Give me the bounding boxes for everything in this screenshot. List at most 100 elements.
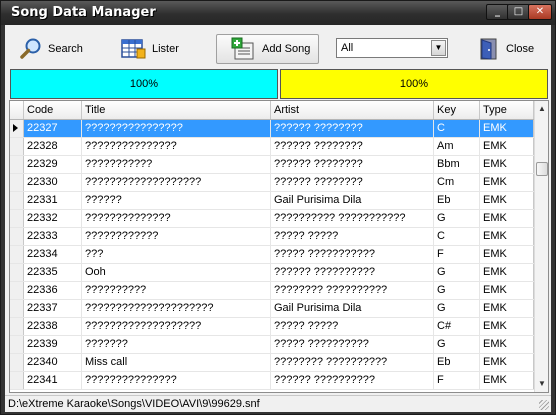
cell-artist[interactable]: ?????? ?????????? [271, 372, 434, 389]
cell-type[interactable]: EMK [480, 156, 534, 173]
cell-key[interactable]: F [434, 246, 480, 263]
cell-code[interactable]: 22338 [24, 318, 82, 335]
cell-title[interactable]: ????????????????????? [82, 300, 271, 317]
cell-title[interactable]: ?????? [82, 192, 271, 209]
cell-type[interactable]: EMK [480, 354, 534, 371]
cell-title[interactable]: ??????????? [82, 156, 271, 173]
cell-code[interactable]: 22330 [24, 174, 82, 191]
cell-code[interactable]: 22327 [24, 120, 82, 137]
scroll-thumb[interactable] [536, 162, 548, 176]
cell-type[interactable]: EMK [480, 192, 534, 209]
cell-type[interactable]: EMK [480, 372, 534, 389]
cell-type[interactable]: EMK [480, 264, 534, 281]
cell-key[interactable]: C [434, 228, 480, 245]
table-row[interactable]: 22338???????????????????????? ????? C# EMK [10, 318, 534, 336]
cell-type[interactable]: EMK [480, 138, 534, 155]
cell-artist[interactable]: ????? ?????????? [271, 336, 434, 353]
cell-code[interactable]: 22333 [24, 228, 82, 245]
cell-type[interactable]: EMK [480, 210, 534, 227]
cell-title[interactable]: ??????????????? [82, 372, 271, 389]
close-window-button[interactable]: ✕ [528, 4, 552, 20]
cell-type[interactable]: EMK [480, 282, 534, 299]
table-row[interactable]: 22328????????????????????? ???????? Am EMK [10, 138, 534, 156]
cell-code[interactable]: 22335 [24, 264, 82, 281]
table-row[interactable]: 22334???????? ??????????? F EMK [10, 246, 534, 264]
cell-type[interactable]: EMK [480, 336, 534, 353]
filter-dropdown[interactable]: All ▼ [336, 38, 448, 58]
cell-key[interactable]: Eb [434, 354, 480, 371]
cell-artist[interactable]: ?????? ???????? [271, 174, 434, 191]
scroll-up-arrow-icon[interactable]: ▲ [535, 101, 548, 117]
scroll-down-arrow-icon[interactable]: ▼ [535, 376, 548, 392]
cell-artist[interactable]: ?????? ???????? [271, 138, 434, 155]
cell-key[interactable]: Bbm [434, 156, 480, 173]
minimize-button[interactable]: _ [486, 4, 509, 20]
cell-title[interactable]: ??????????????? [82, 138, 271, 155]
column-header-title[interactable]: Title [82, 101, 271, 119]
cell-code[interactable]: 22331 [24, 192, 82, 209]
table-row[interactable]: 22327?????????????????????? ???????? C EMK [10, 120, 534, 138]
cell-title[interactable]: ???????????? [82, 228, 271, 245]
table-row[interactable]: 22340 Miss call???????? ?????????? Eb EMK [10, 354, 534, 372]
column-header-code[interactable]: Code [24, 101, 82, 119]
maximize-button[interactable]: □ [507, 4, 530, 20]
song-grid[interactable]: Code Title Artist Key Type 22327????????… [9, 100, 549, 393]
table-row[interactable]: 22329????????????????? ???????? Bbm EMK [10, 156, 534, 174]
cell-title[interactable]: ??? [82, 246, 271, 263]
column-header-type[interactable]: Type [480, 101, 534, 119]
cell-key[interactable]: F [434, 372, 480, 389]
cell-code[interactable]: 22339 [24, 336, 82, 353]
cell-key[interactable]: C [434, 120, 480, 137]
cell-key[interactable]: C# [434, 318, 480, 335]
cell-key[interactable]: Eb [434, 192, 480, 209]
cell-type[interactable]: EMK [480, 246, 534, 263]
chevron-down-icon[interactable]: ▼ [431, 40, 446, 56]
add-song-button[interactable]: Add Song [216, 34, 319, 64]
table-row[interactable]: 22333????????????????? ????? C EMK [10, 228, 534, 246]
cell-title[interactable]: Miss call [82, 354, 271, 371]
cell-title[interactable]: ??????????????????? [82, 174, 271, 191]
cell-title[interactable]: ???????????????? [82, 120, 271, 137]
cell-artist[interactable]: ?????? ???????? [271, 156, 434, 173]
table-row[interactable]: 22337????????????????????? Gail Purisima … [10, 300, 534, 318]
table-row[interactable]: 22335 Ooh?????? ?????????? G EMK [10, 264, 534, 282]
table-row[interactable]: 22330????????????????????????? ???????? C… [10, 174, 534, 192]
cell-type[interactable]: EMK [480, 300, 534, 317]
cell-key[interactable]: G [434, 282, 480, 299]
cell-title[interactable]: ?????????? [82, 282, 271, 299]
cell-artist[interactable]: ???????? ?????????? [271, 354, 434, 371]
cell-code[interactable]: 22340 [24, 354, 82, 371]
cell-key[interactable]: G [434, 210, 480, 227]
cell-type[interactable]: EMK [480, 318, 534, 335]
cell-artist[interactable]: ?????? ???????? [271, 120, 434, 137]
cell-code[interactable]: 22328 [24, 138, 82, 155]
cell-title[interactable]: ??????? [82, 336, 271, 353]
cell-code[interactable]: 22332 [24, 210, 82, 227]
table-row[interactable]: 22331?????? Gail Purisima Dila Eb EMK [10, 192, 534, 210]
close-button[interactable]: Close [477, 34, 542, 64]
title-bar[interactable]: Song Data Manager _ □ ✕ [1, 1, 555, 25]
cell-type[interactable]: EMK [480, 174, 534, 191]
table-row[interactable]: 22341????????????????????? ?????????? F EM… [10, 372, 534, 390]
cell-code[interactable]: 22337 [24, 300, 82, 317]
cell-artist[interactable]: Gail Purisima Dila [271, 300, 434, 317]
cell-key[interactable]: G [434, 336, 480, 353]
column-header-artist[interactable]: Artist [271, 101, 434, 119]
table-row[interactable]: 22336?????????????????? ?????????? G EMK [10, 282, 534, 300]
cell-key[interactable]: Cm [434, 174, 480, 191]
search-button[interactable]: Search [19, 34, 89, 64]
cell-title[interactable]: Ooh [82, 264, 271, 281]
cell-key[interactable]: G [434, 264, 480, 281]
cell-artist[interactable]: ????? ????? [271, 228, 434, 245]
cell-artist[interactable]: ????? ????? [271, 318, 434, 335]
cell-key[interactable]: Am [434, 138, 480, 155]
cell-code[interactable]: 22329 [24, 156, 82, 173]
cell-artist[interactable]: ?????????? ??????????? [271, 210, 434, 227]
table-row[interactable]: 22339???????????? ?????????? G EMK [10, 336, 534, 354]
vertical-scrollbar[interactable]: ▲ ▼ [534, 101, 548, 392]
resize-grip-icon[interactable] [539, 400, 549, 410]
cell-title[interactable]: ?????????????? [82, 210, 271, 227]
cell-type[interactable]: EMK [480, 228, 534, 245]
cell-type[interactable]: EMK [480, 120, 534, 137]
cell-code[interactable]: 22336 [24, 282, 82, 299]
